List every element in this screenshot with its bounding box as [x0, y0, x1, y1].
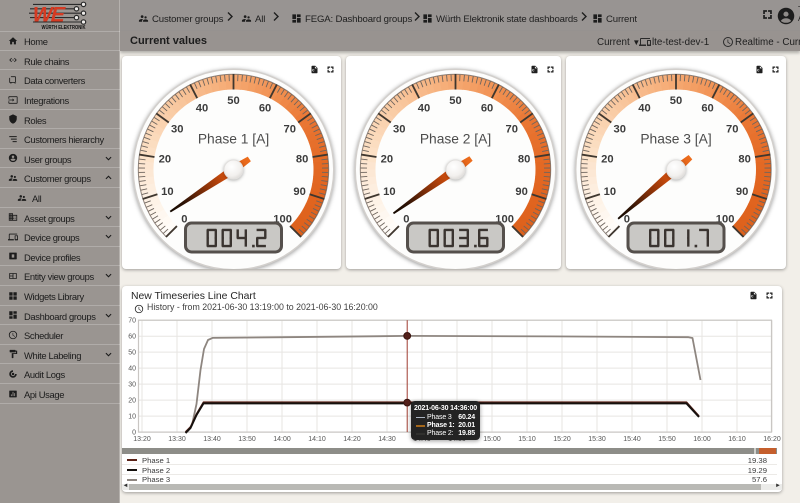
svg-text:60: 60 [480, 102, 492, 114]
svg-text:13:20: 13:20 [133, 436, 151, 443]
svg-text:15:20: 15:20 [553, 436, 571, 443]
svg-text:16:20: 16:20 [763, 436, 781, 443]
svg-text:30: 30 [128, 382, 136, 389]
svg-text:50: 50 [669, 95, 681, 107]
svg-text:70: 70 [505, 123, 517, 135]
svg-text:90: 90 [293, 185, 305, 197]
svg-text:50: 50 [449, 95, 461, 107]
svg-text:40: 40 [128, 366, 136, 373]
svg-text:30: 30 [613, 123, 625, 135]
svg-text:80: 80 [517, 153, 529, 165]
svg-text:Phase 3 [A]: Phase 3 [A] [640, 131, 711, 146]
svg-text:Phase 1 [A]: Phase 1 [A] [197, 131, 268, 146]
svg-text:80: 80 [295, 153, 307, 165]
svg-text:50: 50 [227, 95, 239, 107]
svg-text:10: 10 [161, 185, 173, 197]
svg-text:40: 40 [195, 102, 207, 114]
svg-text:90: 90 [735, 185, 747, 197]
svg-text:40: 40 [417, 102, 429, 114]
svg-text:14:10: 14:10 [308, 436, 326, 443]
svg-text:20: 20 [601, 153, 613, 165]
svg-text:14:30: 14:30 [378, 436, 396, 443]
svg-text:WE: WE [30, 3, 68, 27]
svg-text:14:00: 14:00 [273, 436, 291, 443]
svg-text:30: 30 [171, 123, 183, 135]
svg-text:60: 60 [258, 102, 270, 114]
svg-text:13:30: 13:30 [168, 436, 186, 443]
svg-text:20: 20 [128, 398, 136, 405]
svg-text:16:10: 16:10 [728, 436, 746, 443]
svg-text:70: 70 [726, 123, 738, 135]
svg-text:80: 80 [738, 153, 750, 165]
svg-text:15:40: 15:40 [623, 436, 641, 443]
svg-text:13:50: 13:50 [238, 436, 256, 443]
svg-text:10: 10 [603, 185, 615, 197]
svg-text:60: 60 [128, 334, 136, 341]
svg-text:60: 60 [701, 102, 713, 114]
svg-text:15:30: 15:30 [588, 436, 606, 443]
svg-text:15:00: 15:00 [483, 436, 501, 443]
svg-text:13:40: 13:40 [203, 436, 221, 443]
svg-text:70: 70 [283, 123, 295, 135]
svg-text:15:10: 15:10 [518, 436, 536, 443]
svg-text:30: 30 [393, 123, 405, 135]
svg-text:14:20: 14:20 [343, 436, 361, 443]
svg-text:10: 10 [383, 185, 395, 197]
svg-text:10: 10 [128, 414, 136, 421]
svg-text:90: 90 [515, 185, 527, 197]
svg-text:20: 20 [158, 153, 170, 165]
svg-text:40: 40 [638, 102, 650, 114]
svg-text:15:50: 15:50 [658, 436, 676, 443]
svg-text:20: 20 [380, 153, 392, 165]
svg-text:Phase 2 [A]: Phase 2 [A] [419, 131, 490, 146]
svg-text:50: 50 [128, 350, 136, 357]
svg-text:16:00: 16:00 [693, 436, 711, 443]
